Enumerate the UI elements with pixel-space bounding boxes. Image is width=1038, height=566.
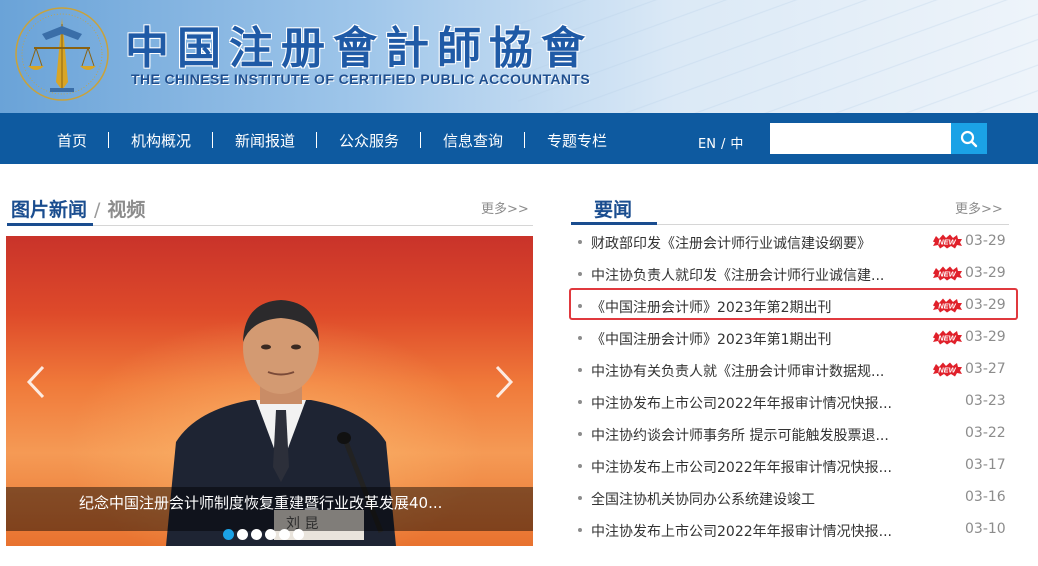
news-list-item[interactable]: 中注协有关负责人就《注册会计师审计数据规... NEW 03-27 <box>576 358 1012 382</box>
news-date: 03-29 <box>965 265 1006 281</box>
scales-of-justice-emblem-icon[interactable] <box>12 4 112 104</box>
active-tab-underline <box>571 222 657 225</box>
carousel-dot[interactable] <box>265 529 276 540</box>
site-title-chinese: 中国注册會計師協會 <box>125 23 593 74</box>
bullet-icon <box>578 432 582 436</box>
news-list-item[interactable]: 《中国注册会计师》2023年第1期出刊 NEW 03-29 <box>576 326 1012 350</box>
news-date: 03-17 <box>965 457 1006 473</box>
bullet-icon <box>578 272 582 276</box>
news-title-link[interactable]: 财政部印发《注册会计师行业诚信建设纲要》 <box>591 233 871 253</box>
news-list-item[interactable]: 财政部印发《注册会计师行业诚信建设纲要》 NEW 03-29 <box>576 230 1012 254</box>
news-title-link[interactable]: 中注协约谈会计师事务所 提示可能触发股票退... <box>591 425 889 445</box>
news-title-link[interactable]: 《中国注册会计师》2023年第1期出刊 <box>591 329 832 349</box>
news-title-link[interactable]: 中注协负责人就印发《注册会计师行业诚信建... <box>591 265 884 285</box>
photo-news-tabs: 图片新闻 / 视频 <box>11 195 145 222</box>
search-icon <box>960 130 978 147</box>
bullet-icon <box>578 368 582 372</box>
new-badge-icon: NEW <box>933 330 962 345</box>
main-nav: 首页 机构概况 新闻报道 公众服务 信息查询 专题专栏 EN / 中 <box>0 113 1038 164</box>
carousel-prev-icon[interactable] <box>24 364 48 400</box>
news-list-item[interactable]: 中注协发布上市公司2022年年报审计情况快报... 03-23 <box>576 390 1012 414</box>
nav-separator <box>212 132 213 148</box>
bullet-icon <box>578 464 582 468</box>
nav-item-info-query[interactable]: 信息查询 <box>443 130 503 151</box>
news-date: 03-27 <box>965 361 1006 377</box>
lang-separator: / <box>720 137 726 152</box>
carousel-dot[interactable] <box>251 529 262 540</box>
news-date: 03-22 <box>965 425 1006 441</box>
news-title-link[interactable]: 中注协发布上市公司2022年年报审计情况快报... <box>591 521 892 541</box>
carousel-dot[interactable] <box>293 529 304 540</box>
nav-item-home[interactable]: 首页 <box>57 130 87 151</box>
carousel-dot[interactable] <box>223 529 234 540</box>
bullet-icon <box>578 336 582 340</box>
highlight-annotation <box>569 288 1018 320</box>
tab-video[interactable]: 视频 <box>107 199 145 221</box>
search-button[interactable] <box>951 123 987 154</box>
nav-separator <box>524 132 525 148</box>
new-badge-label: NEW <box>938 366 956 375</box>
new-badge-label: NEW <box>938 334 956 343</box>
news-date: 03-23 <box>965 393 1006 409</box>
header-banner: 中国注册會計師協會 THE CHINESE INSTITUTE OF CERTI… <box>0 0 1038 113</box>
new-badge-label: NEW <box>938 270 956 279</box>
carousel-pagination <box>223 529 304 540</box>
news-title-link[interactable]: 中注协有关负责人就《注册会计师审计数据规... <box>591 361 884 381</box>
news-title-link[interactable]: 中注协发布上市公司2022年年报审计情况快报... <box>591 393 892 413</box>
lang-en-link[interactable]: EN <box>698 137 716 152</box>
news-list-item[interactable]: 中注协发布上市公司2022年年报审计情况快报... 03-10 <box>576 518 1012 542</box>
active-tab-underline <box>7 223 93 226</box>
headline-news-more-link[interactable]: 更多>> <box>955 198 1003 217</box>
nav-separator <box>108 132 109 148</box>
news-list-item[interactable]: 全国注协机关协同办公系统建设竣工 03-16 <box>576 486 1012 510</box>
news-title-link[interactable]: 全国注协机关协同办公系统建设竣工 <box>591 489 815 509</box>
nav-separator <box>420 132 421 148</box>
news-list-item[interactable]: 中注协发布上市公司2022年年报审计情况快报... 03-17 <box>576 454 1012 478</box>
photo-carousel[interactable]: 刘 昆 纪念中国注册会计师制度恢复重建暨行业改革发展40... <box>6 236 533 546</box>
news-date: 03-29 <box>965 329 1006 345</box>
photo-news-more-link[interactable]: 更多>> <box>481 198 529 217</box>
carousel-caption[interactable]: 纪念中国注册会计师制度恢复重建暨行业改革发展40... <box>79 492 442 513</box>
new-badge-label: NEW <box>938 238 956 247</box>
bullet-icon <box>578 400 582 404</box>
banner-decoration <box>518 0 1038 113</box>
news-date: 03-10 <box>965 521 1006 537</box>
new-badge-icon: NEW <box>933 266 962 281</box>
carousel-next-icon[interactable] <box>492 364 516 400</box>
carousel-dot[interactable] <box>279 529 290 540</box>
lang-cn-link[interactable]: 中 <box>730 137 743 152</box>
language-switch: EN / 中 <box>698 133 743 152</box>
search-input[interactable] <box>770 123 951 154</box>
nav-item-public-service[interactable]: 公众服务 <box>339 130 399 151</box>
nav-separator <box>316 132 317 148</box>
bullet-icon <box>578 240 582 244</box>
carousel-dot[interactable] <box>237 529 248 540</box>
headline-news-title: 要闻 <box>594 199 633 221</box>
nav-item-about[interactable]: 机构概况 <box>131 130 191 151</box>
new-badge-icon: NEW <box>933 234 962 249</box>
bullet-icon <box>578 496 582 500</box>
tab-separator: / <box>94 199 101 221</box>
news-list-item[interactable]: 中注协约谈会计师事务所 提示可能触发股票退... 03-22 <box>576 422 1012 446</box>
news-title-link[interactable]: 中注协发布上市公司2022年年报审计情况快报... <box>591 457 892 477</box>
nav-item-news[interactable]: 新闻报道 <box>235 130 295 151</box>
site-title-english: THE CHINESE INSTITUTE OF CERTIFIED PUBLI… <box>131 71 591 87</box>
new-badge-icon: NEW <box>933 362 962 377</box>
news-date: 03-16 <box>965 489 1006 505</box>
news-date: 03-29 <box>965 233 1006 249</box>
news-list-item[interactable]: 中注协负责人就印发《注册会计师行业诚信建... NEW 03-29 <box>576 262 1012 286</box>
tab-photo-news[interactable]: 图片新闻 <box>11 199 87 221</box>
bullet-icon <box>578 528 582 532</box>
nav-item-special-topics[interactable]: 专题专栏 <box>547 130 607 151</box>
